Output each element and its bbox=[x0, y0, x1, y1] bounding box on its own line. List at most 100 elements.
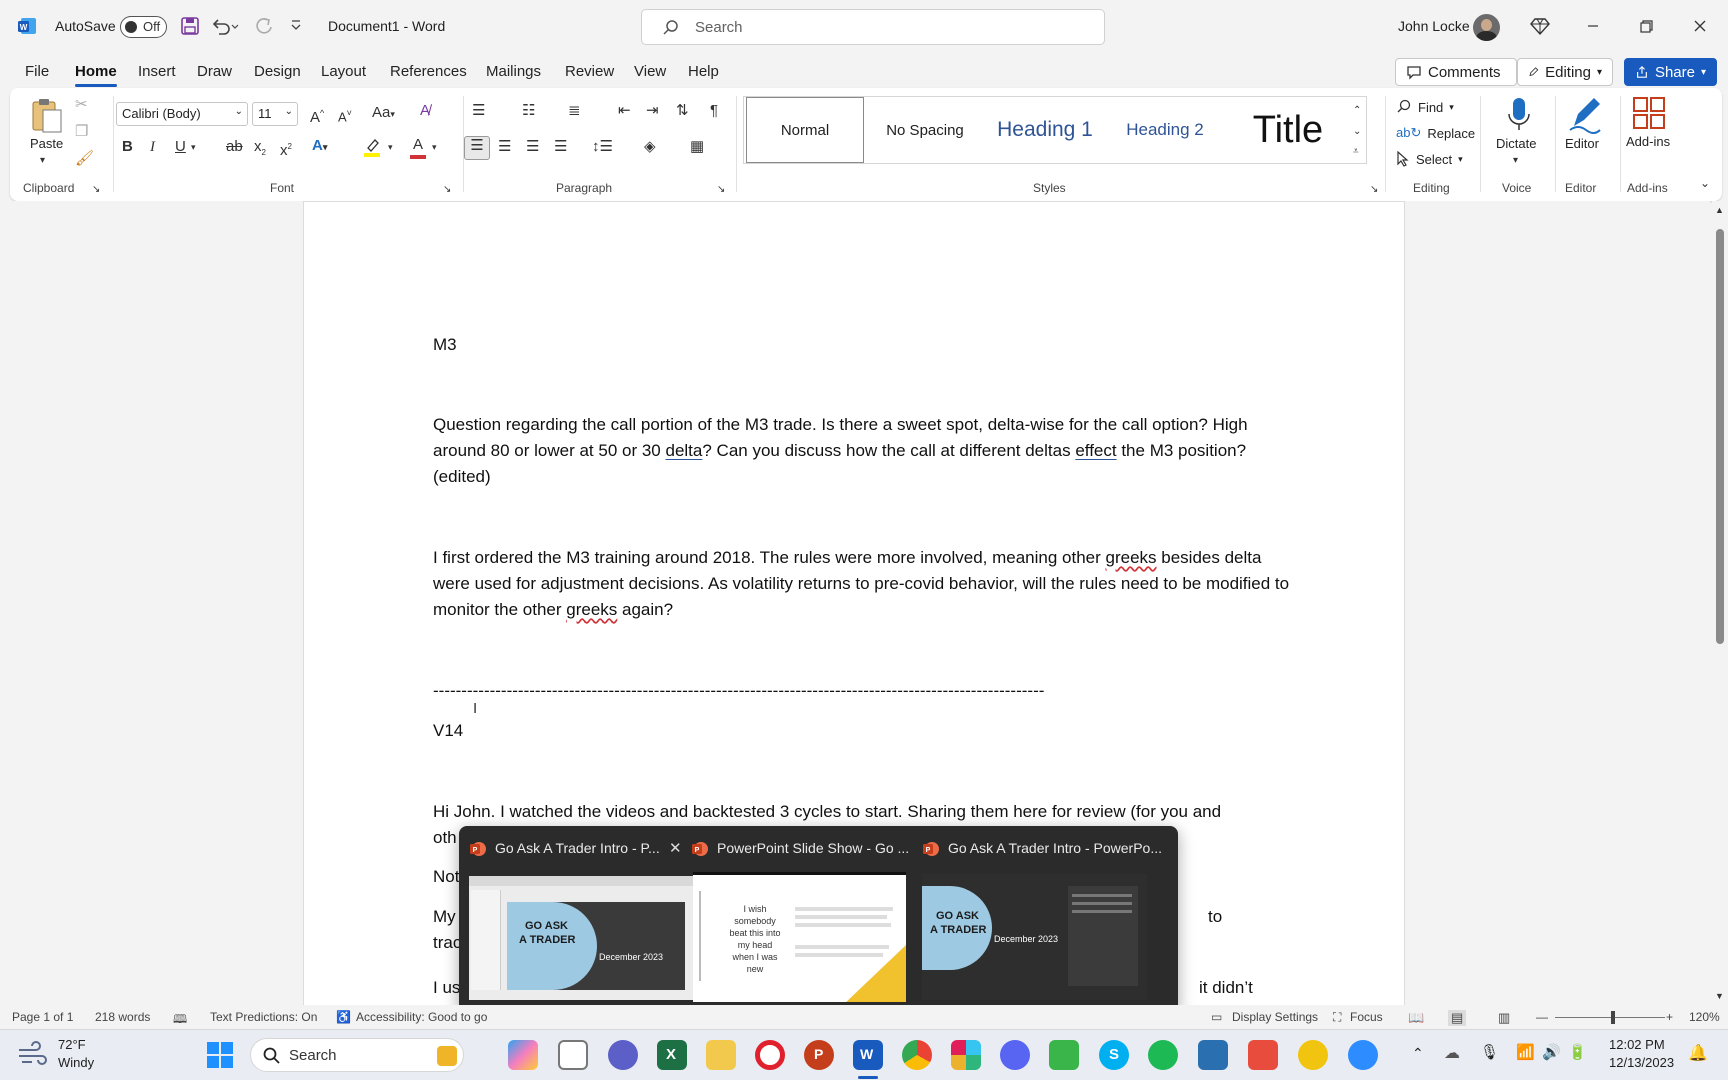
save-icon[interactable] bbox=[180, 16, 200, 36]
cut-icon[interactable]: ✂ bbox=[75, 96, 88, 114]
word-count[interactable]: 218 words bbox=[95, 1010, 150, 1024]
more-styles-icon[interactable]: ⩡ bbox=[1353, 143, 1359, 161]
m3-question-1[interactable]: Question regarding the call portion of t… bbox=[433, 412, 1293, 490]
editing-mode-button[interactable]: Editing ▾ bbox=[1517, 58, 1613, 86]
zoom-in-button[interactable]: + bbox=[1666, 1010, 1673, 1024]
dialog-launcher-icon[interactable]: ↘ bbox=[443, 181, 451, 199]
dialog-launcher-icon[interactable]: ↘ bbox=[1370, 181, 1378, 199]
bold-icon[interactable]: B bbox=[122, 138, 133, 156]
comments-button[interactable]: Comments bbox=[1395, 58, 1517, 86]
dialog-launcher-icon[interactable]: ↘ bbox=[717, 181, 725, 199]
clear-formatting-icon[interactable]: A̸ bbox=[420, 102, 430, 120]
web-layout-icon[interactable]: ▥ bbox=[1498, 1010, 1510, 1026]
copy-icon[interactable]: ❐ bbox=[75, 123, 88, 141]
page-count[interactable]: Page 1 of 1 bbox=[12, 1010, 73, 1024]
replace-button[interactable]: ab↻ Replace bbox=[1396, 122, 1475, 144]
chevron-down-icon[interactable]: ▾ bbox=[1513, 152, 1518, 170]
style-normal[interactable]: Normal bbox=[746, 97, 864, 163]
pinned-app-2-icon[interactable] bbox=[1298, 1040, 1328, 1070]
align-right-icon[interactable]: ☰ bbox=[526, 138, 539, 156]
chevron-up-icon[interactable]: ⌃ bbox=[1353, 102, 1361, 120]
bullets-icon[interactable]: ☰ bbox=[472, 102, 485, 120]
proofing-icon[interactable]: 🕮 bbox=[173, 1010, 187, 1031]
read-mode-icon[interactable]: 📖 bbox=[1408, 1010, 1424, 1026]
spotify-app-icon[interactable] bbox=[1148, 1040, 1178, 1070]
pinned-app-icon[interactable] bbox=[1198, 1040, 1228, 1070]
clock-date[interactable]: 12/13/2023 bbox=[1609, 1055, 1674, 1070]
increase-indent-icon[interactable]: ⇥ bbox=[646, 102, 659, 120]
v14-heading[interactable]: V14 bbox=[433, 718, 1293, 744]
divider-line[interactable]: ----------------------------------------… bbox=[433, 678, 1133, 704]
format-painter-icon[interactable]: 🖌 bbox=[75, 150, 94, 168]
accessibility-status[interactable]: Accessibility: Good to go bbox=[356, 1010, 487, 1024]
onedrive-icon[interactable]: ☁ bbox=[1444, 1043, 1460, 1063]
avatar[interactable] bbox=[1473, 14, 1500, 41]
shrink-font-icon[interactable]: A˅ bbox=[338, 104, 352, 126]
tab-insert[interactable]: Insert bbox=[138, 63, 176, 80]
show-formatting-icon[interactable]: ¶ bbox=[710, 102, 718, 120]
add-ins-label[interactable]: Add-ins bbox=[1626, 134, 1670, 149]
dictate-label[interactable]: Dictate bbox=[1496, 136, 1536, 151]
task-view-icon[interactable] bbox=[558, 1040, 588, 1070]
style-title[interactable]: Title bbox=[1226, 97, 1350, 163]
zoom-out-button[interactable]: — bbox=[1536, 1010, 1548, 1024]
slack-app-icon[interactable] bbox=[951, 1040, 981, 1070]
style-heading-1[interactable]: Heading 1 bbox=[986, 97, 1104, 163]
microphone-icon[interactable]: 🎙 bbox=[1480, 1043, 1499, 1061]
superscript-icon[interactable]: x2 bbox=[280, 138, 292, 160]
zoom-level[interactable]: 120% bbox=[1689, 1010, 1720, 1024]
line-spacing-icon[interactable]: ↕☰ bbox=[592, 138, 613, 156]
dialog-launcher-icon[interactable]: ↘ bbox=[92, 181, 100, 199]
font-size-select[interactable]: 11 ⌄ bbox=[252, 102, 298, 126]
preview-window-2[interactable]: P PowerPoint Slide Show - Go ... I wish … bbox=[691, 836, 909, 1008]
scroll-down-icon[interactable]: ▼ bbox=[1715, 987, 1724, 1005]
chevron-down-icon[interactable]: ▾ bbox=[191, 138, 196, 156]
multilevel-list-icon[interactable]: ≣ bbox=[568, 102, 581, 120]
microphone-icon[interactable] bbox=[1504, 96, 1534, 134]
snagit-app-icon[interactable] bbox=[1248, 1040, 1278, 1070]
customize-qat-icon[interactable] bbox=[289, 18, 303, 32]
weather-icon[interactable] bbox=[16, 1040, 48, 1070]
change-case-button[interactable]: Aa▾ bbox=[372, 104, 395, 123]
notifications-icon[interactable]: 🔔 bbox=[1688, 1043, 1708, 1063]
strikethrough-icon[interactable]: ab bbox=[226, 138, 243, 156]
editor-label[interactable]: Editor bbox=[1565, 136, 1599, 151]
paste-icon[interactable] bbox=[30, 96, 64, 136]
zoom-slider[interactable] bbox=[1555, 1011, 1665, 1024]
tab-file[interactable]: File bbox=[25, 63, 49, 80]
taskbar-search[interactable]: Search bbox=[250, 1038, 464, 1072]
teams-chat-icon[interactable] bbox=[608, 1040, 638, 1070]
print-layout-icon[interactable]: ▤ bbox=[1448, 1010, 1467, 1026]
text-effects-icon[interactable]: A▾ bbox=[312, 137, 327, 156]
tab-home[interactable]: Home bbox=[75, 63, 117, 87]
display-settings-button[interactable]: Display Settings bbox=[1232, 1010, 1318, 1024]
skype-app-icon[interactable]: S bbox=[1099, 1040, 1129, 1070]
tab-review[interactable]: Review bbox=[565, 63, 614, 80]
vertical-scrollbar[interactable]: ▲ ▼ bbox=[1712, 201, 1728, 1005]
font-color-icon[interactable]: A bbox=[410, 136, 426, 159]
windows-start-icon[interactable] bbox=[206, 1041, 234, 1069]
restore-icon[interactable] bbox=[1634, 14, 1658, 38]
decrease-indent-icon[interactable]: ⇤ bbox=[618, 102, 631, 120]
style-heading-2[interactable]: Heading 2 bbox=[1106, 97, 1224, 163]
select-button[interactable]: Select ▾ bbox=[1396, 148, 1463, 170]
preview-window-3[interactable]: P Go Ask A Trader Intro - PowerPo... GO … bbox=[922, 836, 1166, 1008]
chevron-down-icon[interactable]: ▾ bbox=[432, 138, 437, 156]
m3-heading[interactable]: M3 bbox=[433, 332, 1293, 358]
excel-app-icon[interactable]: X bbox=[657, 1040, 687, 1070]
file-explorer-icon[interactable] bbox=[706, 1040, 736, 1070]
tab-references[interactable]: References bbox=[390, 63, 467, 80]
align-center-icon[interactable]: ☰ bbox=[498, 138, 511, 156]
close-icon[interactable]: ✕ bbox=[669, 839, 682, 857]
discord-app-icon[interactable] bbox=[1000, 1040, 1030, 1070]
battery-icon[interactable]: 🔋 bbox=[1568, 1043, 1587, 1061]
add-ins-icon[interactable] bbox=[1632, 96, 1666, 130]
tab-view[interactable]: View bbox=[634, 63, 666, 80]
share-button[interactable]: Share ▾ bbox=[1624, 58, 1717, 86]
tab-help[interactable]: Help bbox=[688, 63, 719, 80]
chevron-down-icon[interactable]: ⌄ bbox=[1353, 123, 1361, 141]
wifi-icon[interactable]: 📶 bbox=[1516, 1043, 1535, 1061]
font-name-select[interactable]: Calibri (Body) ⌄ bbox=[116, 102, 248, 126]
powerpoint-app-icon[interactable]: P bbox=[804, 1040, 834, 1070]
search-input[interactable]: Search bbox=[641, 9, 1105, 45]
